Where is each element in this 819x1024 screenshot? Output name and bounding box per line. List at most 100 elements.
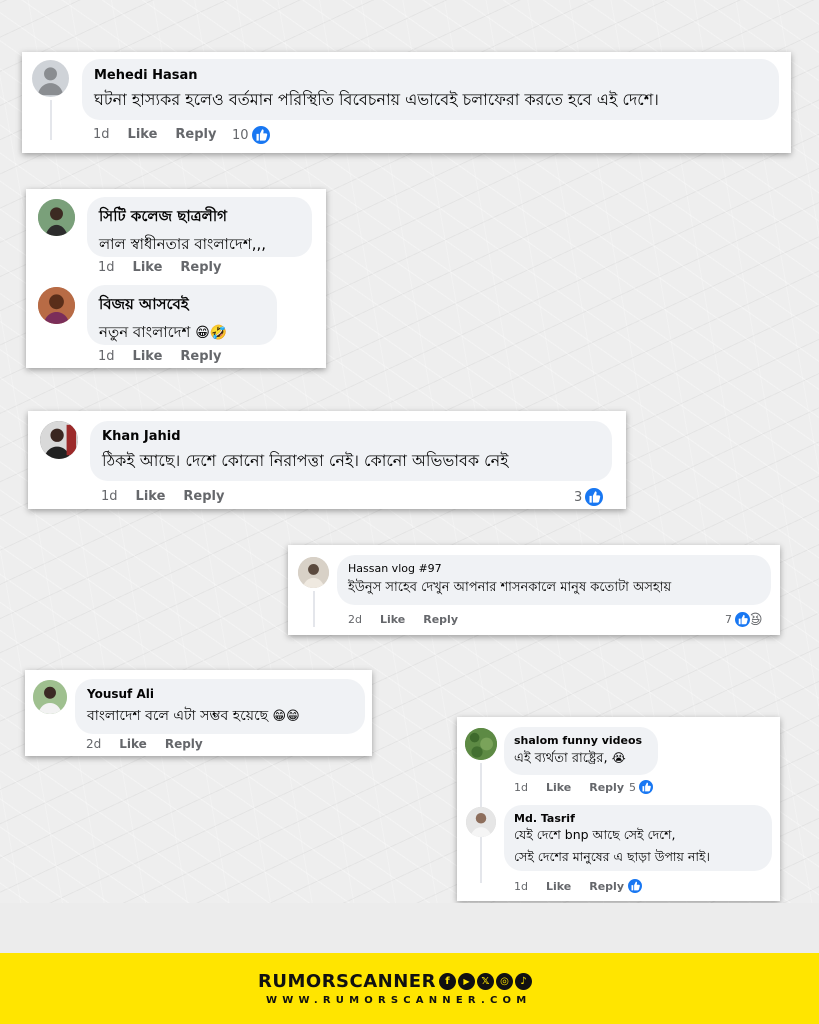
comment-text: ঠিকই আছে। দেশে কোনো নিরাপত্তা নেই। কোনো … — [102, 451, 509, 470]
avatar[interactable] — [298, 557, 329, 588]
comment-bubble: Yousuf Ali বাংলাদেশ বলে এটা সম্ভব হয়েছে… — [75, 679, 365, 734]
comment-text-body: বাংলাদেশ বলে এটা সম্ভব হয়েছে — [87, 708, 269, 724]
reply-button[interactable]: Reply — [183, 489, 224, 504]
like-icon — [733, 610, 752, 629]
reply-button[interactable]: Reply — [165, 737, 203, 751]
comment-author[interactable]: Mehedi Hasan — [94, 68, 767, 83]
social-icons: f ▶ 𝕏 ◎ ♪ — [438, 973, 534, 990]
reaction-summary[interactable]: 5 — [629, 778, 655, 796]
like-icon — [637, 778, 655, 796]
reaction-summary[interactable] — [626, 877, 644, 895]
comment-author[interactable]: Md. Tasrif — [514, 812, 762, 825]
reply-button[interactable]: Reply — [589, 880, 624, 893]
instagram-icon[interactable]: ◎ — [495, 973, 513, 990]
reaction-summary[interactable]: 7 😆 — [725, 610, 763, 629]
avatar[interactable] — [40, 421, 78, 459]
comment-author[interactable]: Khan Jahid — [102, 429, 600, 444]
like-icon — [583, 486, 606, 508]
comment-text: নতুন বাংলাদেশ 😁🤣 — [99, 321, 265, 346]
comment-text-line-1: যেই দেশে bnp আছে সেই দেশে, — [514, 827, 676, 842]
comment-time[interactable]: 2d — [348, 613, 362, 626]
emoji: 😁🤣 — [195, 325, 228, 341]
emoji: 😁😁 — [272, 709, 300, 724]
comment-text-body: এই ব্যর্থতা রাষ্ট্রের, — [514, 751, 608, 766]
like-button[interactable]: Like — [546, 880, 571, 893]
comment-bubble: Hassan vlog #97 ইউনুস সাহেব দেখুন আপনার … — [337, 555, 771, 605]
x-icon[interactable]: 𝕏 — [476, 973, 494, 990]
reply-button[interactable]: Reply — [180, 349, 221, 364]
comment-text: লাল স্বাধীনতার বাংলাদেশ,,, — [99, 235, 266, 253]
comment-card-6: shalom funny videos এই ব্যর্থতা রাষ্ট্রে… — [457, 717, 780, 901]
comment-bubble: Khan Jahid ঠিকই আছে। দেশে কোনো নিরাপত্তা… — [90, 421, 612, 481]
reaction-summary[interactable]: 3 — [574, 486, 606, 508]
reaction-count: 10 — [232, 127, 249, 143]
reaction-count: 5 — [629, 780, 636, 794]
like-button[interactable]: Like — [380, 613, 405, 626]
comment-text: বাংলাদেশ বলে এটা সম্ভব হয়েছে 😁😁 — [87, 704, 353, 728]
comment-card-5: Yousuf Ali বাংলাদেশ বলে এটা সম্ভব হয়েছে… — [25, 670, 372, 756]
comment-text: ইউনুস সাহেব দেখুন আপনার শাসনকালে মানুষ ক… — [348, 580, 672, 595]
comment-actions: 2d Like Reply — [348, 613, 476, 626]
comment-actions: 1d Like Reply — [514, 880, 642, 893]
like-button[interactable]: Like — [119, 737, 147, 751]
emoji: 😭 — [611, 751, 626, 765]
like-icon — [249, 124, 272, 146]
comment-text-line-2: সেই দেশের মানুষের এ ছাড়া উপায় নাই। — [514, 849, 710, 864]
reply-button[interactable]: Reply — [589, 781, 624, 794]
comment-time[interactable]: 1d — [514, 781, 528, 794]
facebook-icon[interactable]: f — [438, 973, 456, 990]
reply-button[interactable]: Reply — [423, 613, 458, 626]
comment-actions: 1d Like Reply — [98, 349, 239, 364]
comment-author[interactable]: সিটি কলেজ ছাত্রলীগ — [99, 205, 300, 230]
comment-bubble: Mehedi Hasan ঘটনা হাস্যকর হলেও বর্তমান প… — [82, 59, 779, 120]
comment-actions: 1d Like Reply — [93, 127, 234, 142]
comment-bubble: shalom funny videos এই ব্যর্থতা রাষ্ট্রে… — [504, 727, 658, 775]
like-button[interactable]: Like — [546, 781, 571, 794]
reaction-summary[interactable]: 10 — [232, 124, 272, 146]
like-icon — [626, 877, 644, 895]
comment-author[interactable]: Hassan vlog #97 — [348, 562, 760, 575]
thread-line — [50, 100, 52, 140]
like-button[interactable]: Like — [136, 489, 166, 504]
comment-bubble: বিজয় আসবেই নতুন বাংলাদেশ 😁🤣 — [87, 285, 277, 345]
tiktok-icon[interactable]: ♪ — [514, 973, 532, 990]
comment-bubble: Md. Tasrif যেই দেশে bnp আছে সেই দেশে, সে… — [504, 805, 772, 871]
like-button[interactable]: Like — [133, 260, 163, 275]
avatar[interactable] — [32, 60, 69, 97]
like-button[interactable]: Like — [128, 127, 158, 142]
comment-actions: 2d Like Reply — [86, 737, 221, 751]
brand-url[interactable]: WWW.RUMORSCANNER.COM — [266, 995, 531, 1006]
reply-button[interactable]: Reply — [180, 260, 221, 275]
youtube-icon[interactable]: ▶ — [457, 973, 475, 990]
avatar[interactable] — [466, 807, 496, 837]
reaction-count: 3 — [574, 489, 583, 505]
avatar[interactable] — [38, 287, 75, 324]
comment-time[interactable]: 2d — [86, 737, 101, 751]
comment-card-1: Mehedi Hasan ঘটনা হাস্যকর হলেও বর্তমান প… — [22, 52, 791, 153]
comment-text-body: নতুন বাংলাদেশ — [99, 323, 191, 341]
comment-bubble: সিটি কলেজ ছাত্রলীগ লাল স্বাধীনতার বাংলাদ… — [87, 197, 312, 257]
comment-author[interactable]: বিজয় আসবেই — [99, 293, 265, 318]
comment-time[interactable]: 1d — [98, 260, 115, 275]
comment-author[interactable]: shalom funny videos — [514, 734, 648, 747]
comment-time[interactable]: 1d — [514, 880, 528, 893]
comment-time[interactable]: 1d — [101, 489, 118, 504]
avatar[interactable] — [465, 728, 497, 760]
comment-actions: 1d Like Reply — [101, 489, 242, 504]
comment-card-4: Hassan vlog #97 ইউনুস সাহেব দেখুন আপনার … — [288, 545, 780, 635]
comment-actions: 1d Like Reply — [514, 781, 642, 794]
comment-time[interactable]: 1d — [93, 127, 110, 142]
reply-button[interactable]: Reply — [175, 127, 216, 142]
brand-name: RUMORSCANNER — [258, 971, 436, 992]
comment-text: ঘটনা হাস্যকর হলেও বর্তমান পরিস্থিতি বিবে… — [94, 90, 659, 109]
brand-lockup: RUMORSCANNER f ▶ 𝕏 ◎ ♪ — [258, 971, 534, 992]
comment-time[interactable]: 1d — [98, 349, 115, 364]
footer-backdrop — [0, 903, 819, 953]
comment-text: এই ব্যর্থতা রাষ্ট্রের, 😭 — [514, 749, 648, 770]
reaction-count: 7 — [725, 613, 732, 626]
comment-author[interactable]: Yousuf Ali — [87, 687, 353, 701]
like-button[interactable]: Like — [133, 349, 163, 364]
avatar[interactable] — [33, 680, 67, 714]
avatar[interactable] — [38, 199, 75, 236]
thread-line — [313, 591, 315, 627]
